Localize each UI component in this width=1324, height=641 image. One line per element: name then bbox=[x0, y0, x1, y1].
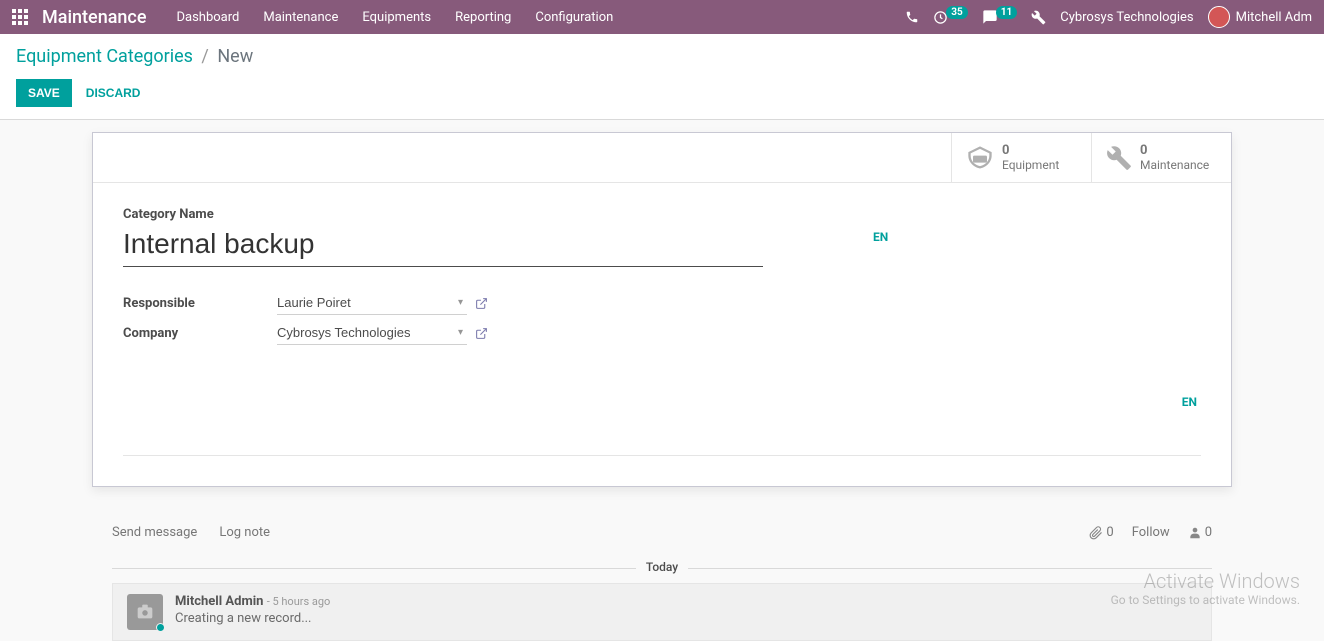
message-author[interactable]: Mitchell Admin bbox=[175, 594, 263, 609]
attachments-button[interactable]: 0 bbox=[1089, 525, 1113, 540]
breadcrumb-current: New bbox=[217, 46, 253, 67]
breadcrumb-separator: / bbox=[201, 46, 208, 67]
stat-maintenance[interactable]: 0 Maintenance bbox=[1091, 133, 1231, 182]
attachments-count: 0 bbox=[1106, 525, 1113, 540]
stat-equipment-label: Equipment bbox=[1002, 158, 1059, 172]
company-external-link-icon[interactable] bbox=[475, 327, 488, 340]
followers-button[interactable]: 0 bbox=[1188, 525, 1212, 540]
user-avatar bbox=[1208, 6, 1230, 28]
equipment-icon bbox=[966, 144, 994, 172]
send-message-button[interactable]: Send message bbox=[112, 525, 197, 540]
responsible-input[interactable] bbox=[277, 291, 454, 314]
app-title[interactable]: Maintenance bbox=[42, 7, 146, 28]
date-separator: Today bbox=[636, 560, 688, 574]
nav-maintenance[interactable]: Maintenance bbox=[263, 10, 338, 25]
messages-icon[interactable]: 11 bbox=[982, 9, 1017, 25]
responsible-label: Responsible bbox=[123, 296, 277, 311]
save-button[interactable]: Save bbox=[16, 79, 72, 107]
discard-button[interactable]: Discard bbox=[86, 86, 141, 100]
phone-icon[interactable] bbox=[905, 10, 919, 24]
paperclip-icon bbox=[1089, 526, 1103, 540]
company-input[interactable] bbox=[277, 321, 454, 344]
activity-badge: 35 bbox=[946, 6, 967, 19]
message-avatar bbox=[127, 594, 163, 630]
breadcrumb: Equipment Categories / New bbox=[0, 34, 1324, 73]
nav-dashboard[interactable]: Dashboard bbox=[176, 10, 239, 25]
message-text: Creating a new record... bbox=[175, 611, 1197, 626]
person-icon bbox=[1188, 526, 1202, 540]
stat-equipment[interactable]: 0 Equipment bbox=[951, 133, 1091, 182]
nav-configuration[interactable]: Configuration bbox=[535, 10, 613, 25]
user-name: Mitchell Adm bbox=[1236, 10, 1312, 25]
responsible-external-link-icon[interactable] bbox=[475, 297, 488, 310]
category-name-input[interactable] bbox=[123, 224, 763, 267]
responsible-dropdown-icon[interactable]: ▾ bbox=[454, 297, 467, 308]
company-label: Company bbox=[123, 326, 277, 341]
stat-maintenance-count: 0 bbox=[1140, 143, 1209, 159]
activity-icon[interactable]: 35 bbox=[933, 10, 967, 25]
nav-equipments[interactable]: Equipments bbox=[362, 10, 431, 25]
message-time: - 5 hours ago bbox=[267, 595, 331, 608]
nav-reporting[interactable]: Reporting bbox=[455, 10, 511, 25]
category-name-label: Category Name bbox=[123, 207, 1201, 222]
breadcrumb-parent[interactable]: Equipment Categories bbox=[16, 46, 193, 67]
log-note-button[interactable]: Log note bbox=[219, 525, 270, 540]
stat-maintenance-label: Maintenance bbox=[1140, 158, 1209, 172]
apps-icon[interactable] bbox=[12, 9, 28, 25]
stat-equipment-count: 0 bbox=[1002, 143, 1059, 159]
messages-badge: 11 bbox=[996, 6, 1017, 19]
online-status-icon bbox=[156, 623, 165, 632]
message-item: Mitchell Admin - 5 hours ago Creating a … bbox=[112, 583, 1212, 641]
translate-button[interactable]: EN bbox=[873, 230, 888, 244]
followers-count: 0 bbox=[1205, 525, 1212, 540]
user-menu[interactable]: Mitchell Adm bbox=[1208, 6, 1312, 28]
company-dropdown-icon[interactable]: ▾ bbox=[454, 327, 467, 338]
follow-button[interactable]: Follow bbox=[1132, 525, 1170, 540]
debug-icon[interactable] bbox=[1031, 10, 1046, 25]
company-selector[interactable]: Cybrosys Technologies bbox=[1060, 10, 1193, 25]
wrench-icon bbox=[1106, 145, 1132, 171]
translate-button-2[interactable]: EN bbox=[123, 395, 1197, 409]
